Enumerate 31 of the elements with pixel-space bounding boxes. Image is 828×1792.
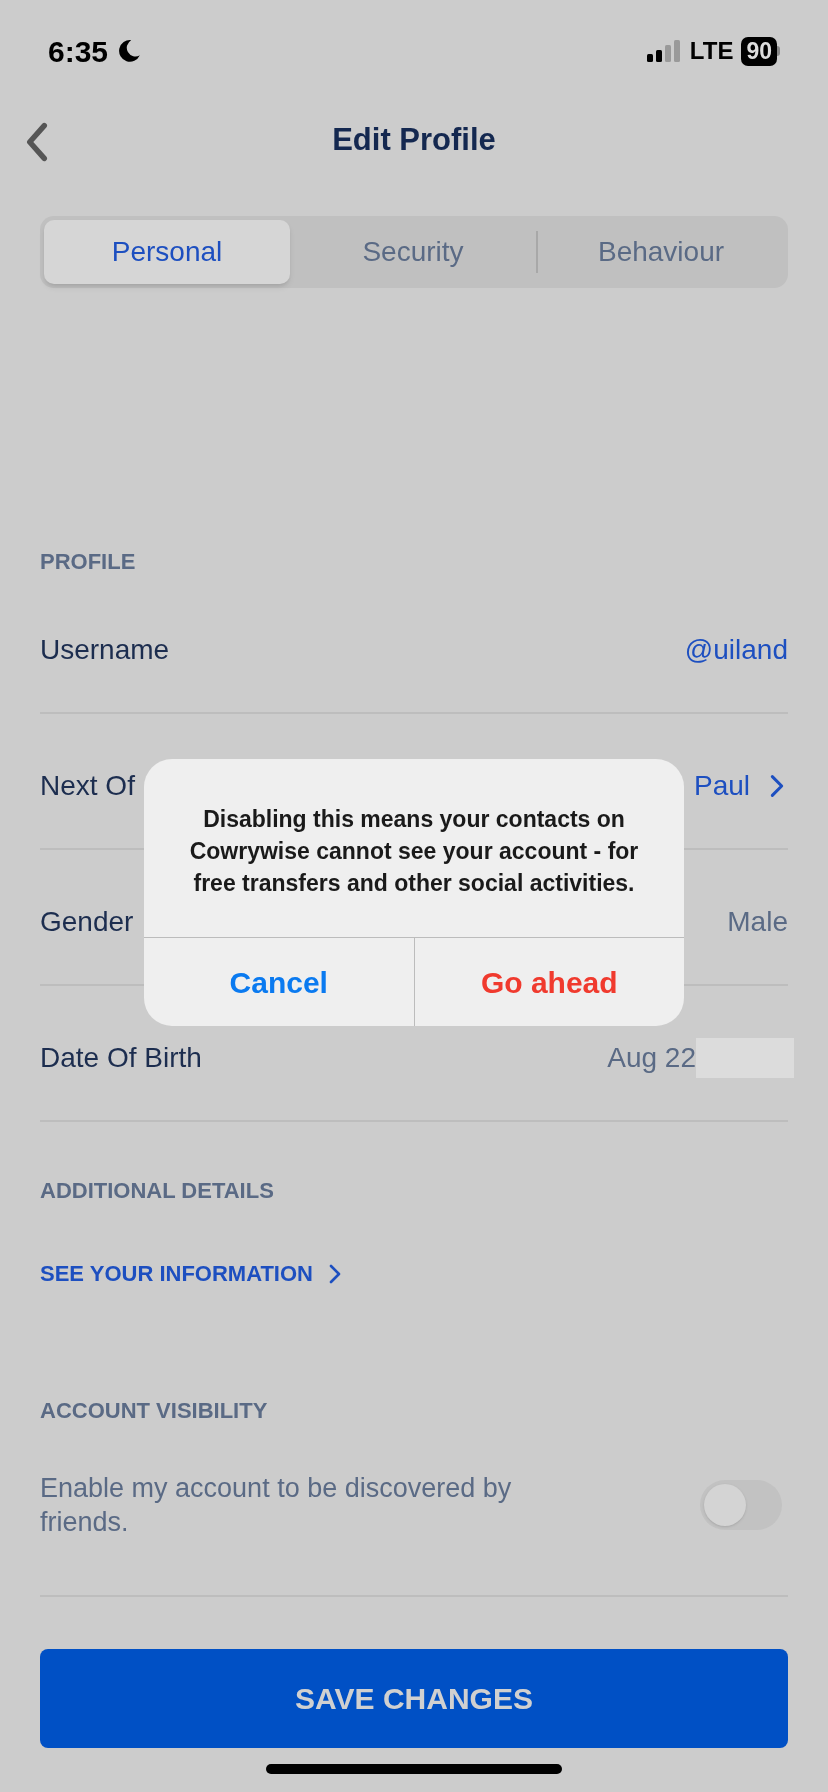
section-heading: ACCOUNT VISIBILITY xyxy=(40,1397,269,1425)
moon-icon xyxy=(116,38,143,64)
visibility-description: Enable my account to be discovered by friends. xyxy=(40,1472,513,1539)
section-heading: PROFILE xyxy=(40,548,137,576)
alert-message: Disabling this means your contacts on Cowrywise cannot see your account - for free transfers and other social activities. xyxy=(188,805,640,898)
chevron-right-icon xyxy=(329,1263,341,1284)
alert-button[interactable]: Go ahead xyxy=(413,938,684,1026)
battery-level: 90 xyxy=(741,36,777,66)
alert-button[interactable]: Cancel xyxy=(144,938,414,1026)
row-value[interactable]: Paul xyxy=(693,765,750,807)
section-heading: ADDITIONAL DETAILS xyxy=(40,1177,275,1205)
visibility-toggle[interactable] xyxy=(700,1480,782,1530)
segment-tab[interactable]: Security xyxy=(290,220,536,284)
status-time: 6:35 xyxy=(48,33,109,70)
segment-tab[interactable]: Personal xyxy=(44,220,290,284)
row-label: Username xyxy=(40,633,170,667)
segment-tab[interactable]: Behaviour xyxy=(538,220,784,284)
signal-icon xyxy=(645,39,682,63)
row-label: Next Of xyxy=(40,769,135,803)
back-icon[interactable] xyxy=(24,122,50,162)
row-value: Aug 22 xyxy=(607,1041,696,1075)
save-changes-button[interactable]: SAVE CHANGES xyxy=(40,1649,788,1748)
battery-nub xyxy=(777,46,780,56)
row-label: Date Of Birth xyxy=(40,1041,202,1075)
row-value: @uiland xyxy=(684,633,788,667)
page-title: Edit Profile xyxy=(332,120,496,159)
see-information-link[interactable]: SEE YOUR INFORMATION xyxy=(40,1257,313,1290)
row-label: Gender xyxy=(40,905,134,939)
chevron-right-icon xyxy=(770,774,784,798)
row-value: Male xyxy=(727,905,788,939)
network-label: LTE xyxy=(689,36,734,66)
